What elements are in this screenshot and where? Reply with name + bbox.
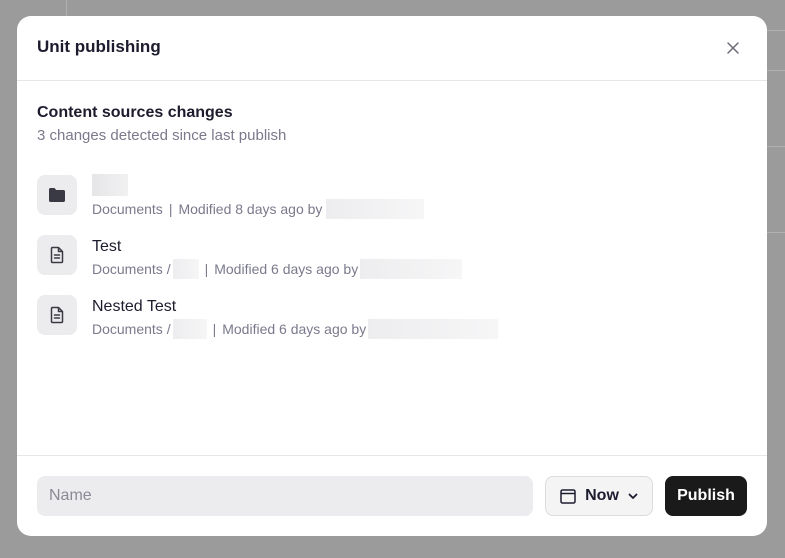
meta-separator: | [212, 321, 217, 337]
meta-separator: | [204, 261, 209, 277]
item-name: Test [92, 238, 122, 255]
item-meta: Documents / | Modified 6 days ago by [92, 259, 463, 279]
calendar-icon [560, 489, 576, 504]
list-item[interactable]: Documents | Modified 8 days ago by [37, 174, 737, 234]
item-meta: Documents | Modified 8 days ago by [92, 199, 425, 219]
item-name-redacted [92, 174, 128, 196]
change-list: Documents | Modified 8 days ago by Test … [37, 174, 737, 354]
background-divider [66, 0, 67, 16]
background-divider [767, 232, 785, 233]
item-icon-badge [37, 295, 77, 335]
redacted-path [172, 319, 207, 339]
item-meta: Documents / | Modified 6 days ago by [92, 319, 499, 339]
item-icon-badge [37, 235, 77, 275]
dialog-title: Unit publishing [37, 37, 161, 56]
redacted-path [172, 259, 199, 279]
item-modified: Modified 6 days ago by [222, 321, 367, 337]
dialog-footer: Now Publish [17, 455, 767, 536]
close-button[interactable] [725, 40, 741, 56]
chevron-down-icon [628, 493, 638, 499]
item-icon-badge [37, 175, 77, 215]
background-divider [767, 30, 785, 31]
redacted-author [360, 259, 463, 279]
item-location: Documents / [92, 261, 171, 277]
name-input[interactable] [37, 476, 533, 516]
item-name: Nested Test [92, 298, 177, 315]
item-location: Documents [92, 201, 163, 217]
meta-separator: | [168, 201, 173, 217]
list-item[interactable]: Test Documents / | Modified 6 days ago b… [37, 234, 737, 294]
item-location: Documents / [92, 321, 171, 337]
document-icon [50, 246, 64, 264]
redacted-author [368, 319, 499, 339]
schedule-label: Now [585, 487, 619, 504]
background-divider [767, 70, 785, 71]
folder-icon [49, 188, 65, 202]
close-icon [727, 42, 739, 54]
list-item[interactable]: Nested Test Documents / | Modified 6 day… [37, 294, 737, 354]
publish-button[interactable]: Publish [665, 476, 747, 516]
item-modified: Modified 6 days ago by [214, 261, 359, 277]
redacted-author [326, 199, 425, 219]
item-modified: Modified 8 days ago by [178, 201, 323, 217]
dialog-header: Unit publishing [17, 16, 767, 81]
section-title: Content sources changes [37, 104, 233, 121]
schedule-dropdown[interactable]: Now [545, 476, 653, 516]
section-subtitle: 3 changes detected since last publish [37, 127, 287, 144]
unit-publishing-dialog: Unit publishing Content sources changes … [17, 16, 767, 536]
document-icon [50, 306, 64, 324]
background-divider [767, 146, 785, 147]
